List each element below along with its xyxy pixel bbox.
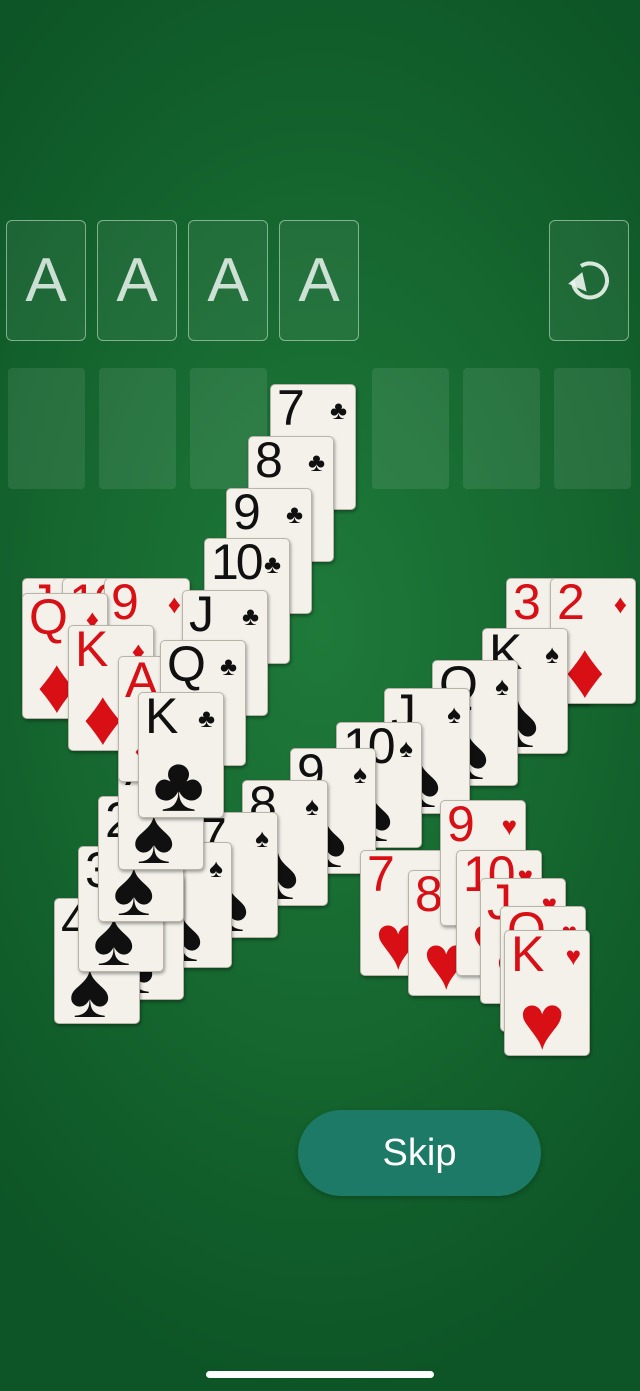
card-suit-small: ♠: [399, 733, 413, 763]
card-rank: 3: [513, 578, 541, 630]
card-rank: K: [75, 625, 108, 677]
card-suit-small: ♣: [285, 499, 303, 529]
card-rank: 9: [447, 800, 475, 852]
card-suit-small: ♦: [613, 589, 627, 619]
card-suit-small: ♠: [447, 699, 461, 729]
card-suit-big: ♣: [153, 740, 205, 818]
card-rank: Q: [167, 640, 206, 692]
foundation-label: A: [25, 246, 67, 315]
card-rank: 8: [415, 870, 443, 922]
card-rank: 8: [255, 436, 283, 488]
card-suit-small: ♣: [197, 703, 215, 733]
foundation-label: A: [207, 246, 249, 315]
card-rank: K: [511, 930, 544, 982]
card-suit-small: ♠: [209, 853, 223, 883]
card-rank: 9: [111, 578, 139, 630]
card-suit-small: ♠: [305, 791, 319, 821]
card-suit-big: ♦: [565, 626, 605, 704]
card-suit-small: ♥: [565, 941, 581, 971]
card-suit-big: ♦: [83, 673, 123, 751]
card-rank: J: [189, 590, 214, 642]
foundation-1[interactable]: A: [6, 220, 86, 341]
playing-card[interactable]: K ♣ ♣: [138, 692, 224, 818]
skip-button[interactable]: Skip: [298, 1110, 541, 1196]
card-suit-small: ♠: [495, 671, 509, 701]
foundation-label: A: [298, 246, 340, 315]
playing-card[interactable]: K ♥ ♥: [504, 930, 590, 1056]
home-indicator: [206, 1371, 434, 1378]
card-rank: 2: [557, 578, 585, 630]
card-suit-small: ♥: [501, 811, 517, 841]
card-suit-small: ♠: [255, 823, 269, 853]
card-suit-small: ♠: [545, 639, 559, 669]
undo-icon: [568, 260, 609, 299]
tableau-slot-1[interactable]: [8, 368, 85, 489]
card-suit-small: ♣: [329, 395, 347, 425]
card-rank: 7: [367, 850, 395, 902]
card-suit-small: ♣: [307, 447, 325, 477]
foundation-2[interactable]: A: [97, 220, 177, 341]
card-suit-small: ♣: [241, 601, 259, 631]
card-suit-small: ♦: [167, 589, 181, 619]
card-suit-small: ♣: [263, 549, 281, 579]
card-suit-big: ♥: [519, 978, 566, 1056]
foundation-label: A: [116, 246, 158, 315]
card-rank: 9: [233, 488, 261, 540]
tableau-slot-5[interactable]: [372, 368, 449, 489]
card-suit-small: ♠: [353, 759, 367, 789]
undo-button[interactable]: [549, 220, 629, 341]
card-suit-small: ♣: [219, 651, 237, 681]
foundation-4[interactable]: A: [279, 220, 359, 341]
foundation-3[interactable]: A: [188, 220, 268, 341]
card-rank: 7: [277, 384, 305, 436]
tableau-slot-6[interactable]: [463, 368, 540, 489]
tableau-slot-2[interactable]: [99, 368, 176, 489]
card-rank: 10: [211, 538, 264, 590]
card-rank: K: [145, 692, 178, 744]
tableau-slot-7[interactable]: [554, 368, 631, 489]
card-rank: Q: [29, 593, 68, 645]
